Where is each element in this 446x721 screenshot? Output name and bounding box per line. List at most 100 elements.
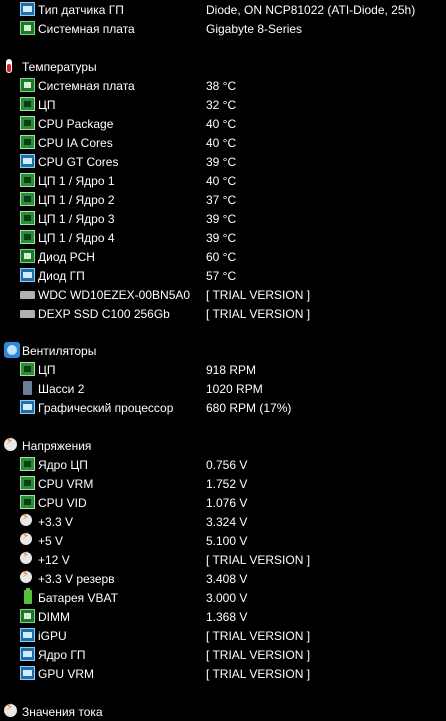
sensor-value: 38 °C [206,79,237,93]
sensor-label: ЦП 1 / Ядро 1 [38,174,115,188]
sensor-label: Тип датчика ГП [38,3,124,17]
sensor-label: ЦП [38,363,56,377]
cpu-icon [20,362,35,376]
sensor-row[interactable]: GPU VRM [ TRIAL VERSION ] [0,664,446,683]
sensor-label: DEXP SSD C100 256Gb [38,307,170,321]
sensor-row[interactable]: Ядро ЦП 0.756 V [0,455,446,474]
case-icon [23,381,32,395]
sensor-row[interactable]: Батарея VBAT 3.000 V [0,588,446,607]
cpu-icon [20,495,35,509]
sensor-value: [ TRIAL VERSION ] [206,629,311,643]
voltage-icon [20,550,32,564]
cpu-icon [20,476,35,490]
cpu-icon [20,211,35,225]
sensor-row[interactable]: Шасси 2 1020 RPM [0,379,446,398]
sensor-label: CPU IA Cores [38,136,113,150]
sensor-row[interactable]: WDC WD10EZEX-00BN5A0 [ TRIAL VERSION ] [0,285,446,304]
sensor-label: Диод ГП [38,269,85,283]
current-icon [4,702,17,717]
sensor-row[interactable]: +3.3 V 3.324 V [0,512,446,531]
sensor-value: 3.000 V [206,591,248,605]
motherboard-icon [20,21,35,35]
section-header-temperatures[interactable]: Температуры [0,57,446,76]
sensor-label: CPU GT Cores [38,155,119,169]
sensor-value: 40 °C [206,136,237,150]
sensor-value: [ TRIAL VERSION ] [206,553,311,567]
motherboard-icon [20,78,35,92]
sensor-row[interactable]: ЦП 32 °C [0,95,446,114]
sensor-label: iGPU [38,629,67,643]
sensor-row[interactable]: Графический процессор 680 RPM (17%) [0,398,446,417]
section-header-voltages[interactable]: Напряжения [0,436,446,455]
sensor-label: ЦП 1 / Ядро 3 [38,212,115,226]
voltage-icon [20,569,32,583]
sensor-label: ЦП 1 / Ядро 4 [38,231,115,245]
memory-icon [20,609,35,623]
sensor-row[interactable]: Ядро ГП [ TRIAL VERSION ] [0,645,446,664]
sensor-value: 39 °C [206,212,237,226]
section-title: Температуры [22,60,97,74]
sensor-value: 32 °C [206,98,237,112]
gpu-icon [20,400,35,414]
sensor-value: 0.756 V [206,458,248,472]
sensor-label: DIMM [38,610,70,624]
sensor-label: +3.3 V резерв [38,572,115,586]
sensor-row[interactable]: DIMM 1.368 V [0,607,446,626]
sensor-row[interactable]: CPU Package 40 °C [0,114,446,133]
sensor-label: Батарея VBAT [38,591,118,605]
sensor-row[interactable]: CPU IA Cores 40 °C [0,133,446,152]
gpu-icon [20,647,35,661]
section-title: Значения тока [22,705,103,719]
sensor-row[interactable]: CPU VRM 1.752 V [0,474,446,493]
sensor-row[interactable]: +3.3 V резерв 3.408 V [0,569,446,588]
battery-icon [24,588,32,604]
sensor-value: Diode, ON NCP81022 (ATI-Diode, 25h) [206,3,416,17]
sensor-row[interactable]: Системная плата 38 °C [0,76,446,95]
sensor-row[interactable]: +5 V 5.100 V [0,531,446,550]
sensor-row[interactable]: CPU GT Cores 39 °C [0,152,446,171]
gpu-icon [20,666,35,680]
sensor-value: Gigabyte 8-Series [206,22,303,36]
sensor-value: 1.076 V [206,496,248,510]
sensor-row[interactable]: +12 V [ TRIAL VERSION ] [0,550,446,569]
cpu-icon [20,457,35,471]
sensor-row[interactable]: ЦП 918 RPM [0,360,446,379]
gpu-icon [20,154,35,168]
sensor-label: Системная плата [38,79,135,93]
sensor-row[interactable]: ЦП 1 / Ядро 3 39 °C [0,209,446,228]
sensor-value: 680 RPM (17%) [206,401,292,415]
sensor-value: 1.752 V [206,477,248,491]
sensor-value: [ TRIAL VERSION ] [206,648,311,662]
cpu-icon [20,173,35,187]
sensor-row[interactable]: DEXP SSD C100 256Gb [ TRIAL VERSION ] [0,304,446,323]
sensor-row-motherboard[interactable]: Системная плата Gigabyte 8-Series [0,19,446,38]
drive-icon [20,291,35,299]
sensor-row[interactable]: ЦП 1 / Ядро 2 37 °C [0,190,446,209]
sensor-label: +5 V [38,534,64,548]
sensor-row[interactable]: CPU VID 1.076 V [0,493,446,512]
sensor-value: 60 °C [206,250,237,264]
sensor-label: Ядро ГП [38,648,86,662]
sensor-row[interactable]: Диод PCH 60 °C [0,247,446,266]
drive-icon [20,310,35,318]
sensor-value: 5.100 V [206,534,248,548]
sensor-row-gpu-sensor-type[interactable]: Тип датчика ГП Diode, ON NCP81022 (ATI-D… [0,0,446,19]
voltage-icon [20,512,32,526]
sensor-label: Системная плата [38,22,135,36]
section-header-fans[interactable]: Вентиляторы [0,341,446,360]
sensor-row[interactable]: Диод ГП 57 °C [0,266,446,285]
sensor-row[interactable]: ЦП 1 / Ядро 4 39 °C [0,228,446,247]
sensor-label: CPU VRM [38,477,94,491]
sensor-value: 39 °C [206,155,237,169]
sensor-value: 40 °C [206,117,237,131]
thermometer-icon [6,59,12,73]
voltage-icon [4,436,17,451]
sensor-row[interactable]: iGPU [ TRIAL VERSION ] [0,626,446,645]
section-header-current[interactable]: Значения тока [0,702,446,721]
sensor-label: CPU Package [38,117,114,131]
sensor-label: ЦП 1 / Ядро 2 [38,193,115,207]
sensor-row[interactable]: ЦП 1 / Ядро 1 40 °C [0,171,446,190]
gpu-icon [20,268,35,282]
sensor-value: 40 °C [206,174,237,188]
cpu-icon [20,116,35,130]
